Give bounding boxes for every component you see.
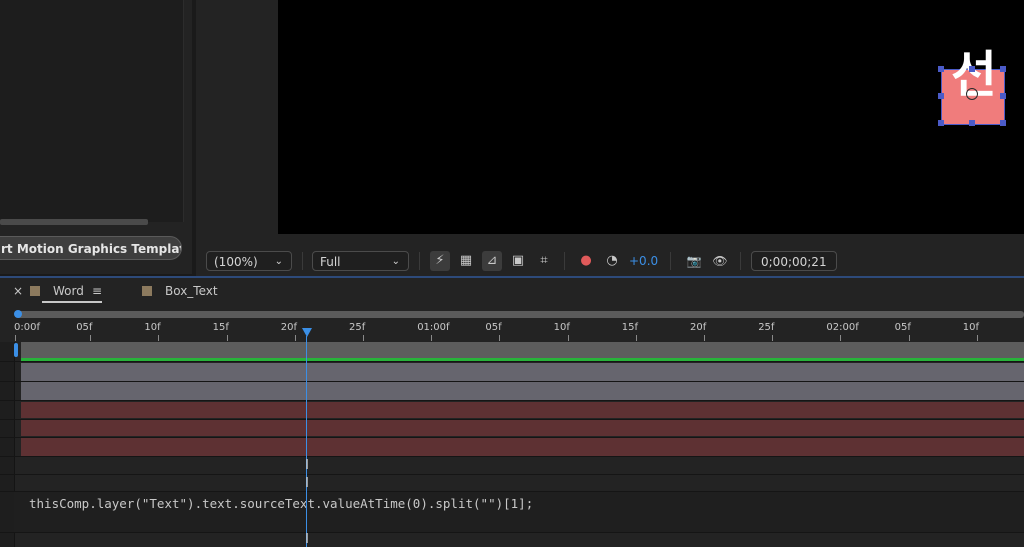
resolution-dropdown[interactable]: Full ⌄ (312, 251, 409, 271)
ruler-tick-label: 15f (621, 322, 639, 333)
transform-handle-top-right[interactable] (1000, 66, 1006, 72)
transform-handle-top-center[interactable] (969, 66, 975, 72)
ruler-tick (294, 335, 296, 341)
ruler-tick (158, 335, 160, 341)
ruler-tick (567, 335, 569, 341)
reset-exposure-icon[interactable]: ◔ (602, 251, 622, 271)
current-time-indicator-line[interactable] (306, 336, 307, 547)
row-separator (0, 437, 1024, 438)
toolbar-divider (302, 252, 303, 270)
chevron-down-icon: ⌄ (391, 256, 400, 267)
anchor-point-icon[interactable] (966, 88, 978, 100)
transform-handle-bottom-right[interactable] (1000, 120, 1006, 126)
composition-canvas[interactable] (278, 0, 1024, 234)
ruler-tick (976, 335, 978, 341)
ruler-tick-label: 10f (962, 322, 980, 333)
fast-previews-icon[interactable]: ⚡ (430, 251, 450, 271)
ruler-tick (772, 335, 774, 341)
ruler-tick (90, 335, 92, 341)
chevron-down-icon: ⌄ (274, 256, 283, 267)
timeline-track[interactable] (21, 402, 1024, 418)
layer-in-point-handle[interactable] (14, 343, 18, 357)
take-snapshot-icon[interactable]: 📷 (684, 251, 704, 271)
toolbar-divider (740, 252, 741, 270)
row-separator (0, 419, 1024, 420)
ruler-tick-label: 20f (280, 322, 298, 333)
project-list-area[interactable] (0, 0, 184, 222)
transform-handle-top-left[interactable] (938, 66, 944, 72)
ruler-tick-label: 01:00f (417, 322, 450, 333)
ruler-tick (704, 335, 705, 341)
active-tab-indicator (42, 301, 102, 303)
text-cursor-icon: I (305, 476, 309, 491)
show-snapshot-icon[interactable]: 👁 (710, 251, 730, 271)
ruler-tick (363, 335, 364, 341)
transform-handle-middle-right[interactable] (1000, 93, 1006, 99)
tab-word[interactable]: Word (53, 281, 84, 301)
ruler-tick (840, 335, 842, 341)
transform-handle-bottom-left[interactable] (938, 120, 944, 126)
layer-switches-gutter (0, 342, 15, 547)
ruler-tick (15, 335, 16, 341)
magnification-dropdown[interactable]: (100%) ⌄ (206, 251, 292, 271)
timeline-track[interactable] (21, 382, 1024, 400)
time-ruler[interactable] (14, 320, 1024, 342)
text-cursor-icon: I (305, 458, 309, 473)
ruler-tick-label: 10f (144, 322, 161, 333)
transparency-grid-icon[interactable]: ▦ (456, 251, 476, 271)
row-separator (0, 400, 1024, 401)
row-separator (0, 361, 1024, 362)
row-separator (0, 381, 1024, 382)
text-cursor-icon: I (305, 532, 309, 547)
row-separator (0, 474, 1024, 475)
transform-handle-bottom-center[interactable] (969, 120, 975, 126)
ruler-tick-label: 20f (690, 322, 707, 333)
export-motion-graphics-template-button[interactable]: rt Motion Graphics Template... (0, 236, 182, 260)
title-safe-grid-icon[interactable]: ⌗ (534, 251, 554, 271)
expression-code[interactable]: thisComp.layer("Text").text.sourceText.v… (29, 496, 533, 511)
timeline-track[interactable] (21, 438, 1024, 456)
exposure-value[interactable]: +0.0 (629, 251, 658, 271)
tab-close-icon[interactable]: × (13, 281, 23, 301)
color-channel-icon[interactable]: ● (576, 251, 596, 271)
ruler-tick-label: 10f (553, 322, 570, 333)
work-area-start-handle[interactable] (14, 310, 22, 318)
ruler-tick-label: 02:00f (826, 322, 859, 333)
ruler-tick-label: 25f (758, 322, 775, 333)
row-separator (0, 456, 1024, 457)
region-of-interest-icon[interactable]: ▣ (508, 251, 528, 271)
magnification-value: (100%) (214, 255, 258, 269)
work-area-bar[interactable] (16, 311, 1024, 318)
ruler-tick-label: 05f (76, 322, 93, 333)
composition-color-swatch (142, 286, 152, 296)
ruler-tick (908, 335, 910, 341)
timeline-track[interactable] (21, 420, 1024, 436)
ruler-tick-label: 15f (212, 322, 229, 333)
row-separator (0, 532, 1024, 533)
current-time-display[interactable]: 0;00;00;21 (751, 251, 837, 271)
ruler-tick-label: 05f (894, 322, 911, 333)
tab-box-text[interactable]: Box_Text (165, 281, 218, 301)
ruler-tick-label: 05f (485, 322, 502, 333)
composition-color-swatch (30, 286, 40, 296)
ruler-tick-label: 25f (349, 322, 366, 333)
resolution-value: Full (320, 255, 341, 269)
mask-visibility-icon[interactable]: ⊿ (482, 251, 502, 271)
toolbar-divider (419, 252, 420, 270)
ruler-tick-label: 0:00f (14, 322, 40, 333)
timeline-track[interactable] (21, 363, 1024, 381)
tab-menu-icon[interactable]: ≡ (92, 281, 102, 301)
current-time-indicator-head[interactable] (302, 328, 312, 337)
ruler-tick (499, 335, 501, 341)
ruler-tick (226, 335, 228, 341)
toolbar-divider (564, 252, 565, 270)
project-horizontal-scrollbar[interactable] (0, 219, 148, 225)
transform-handle-middle-left[interactable] (938, 93, 944, 99)
ruler-tick (431, 335, 433, 341)
toolbar-divider (670, 252, 671, 270)
ruler-tick (635, 335, 637, 341)
